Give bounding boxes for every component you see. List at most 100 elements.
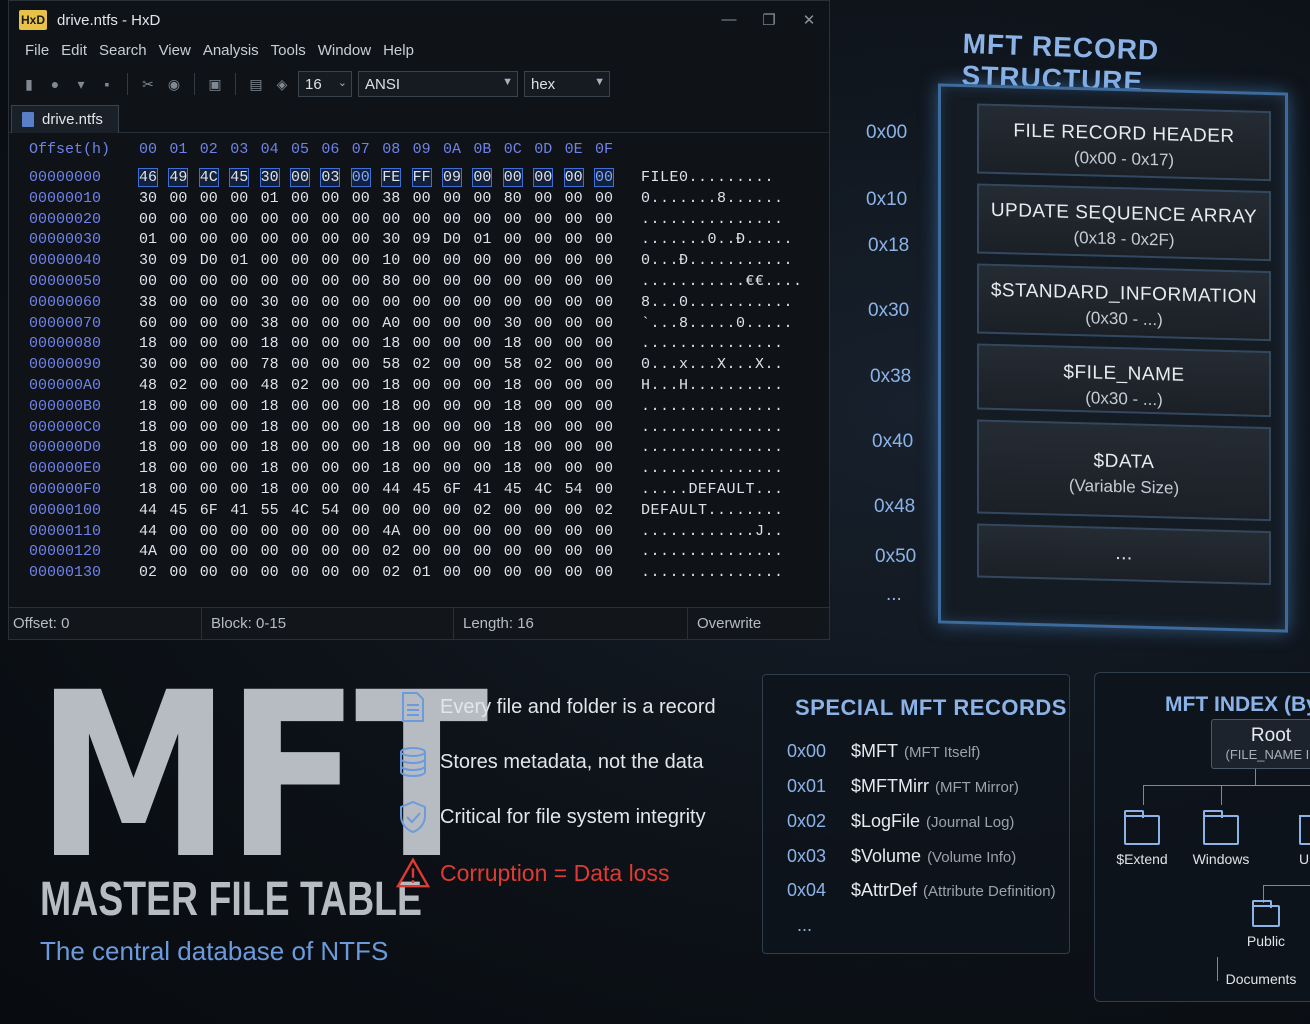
hex-byte[interactable]: 00 — [321, 564, 339, 581]
copy-icon[interactable]: ◉ — [164, 74, 184, 94]
hex-byte[interactable]: 00 — [443, 294, 461, 311]
hex-byte[interactable]: 60 — [139, 315, 157, 332]
menu-search[interactable]: Search — [99, 42, 147, 59]
hex-byte[interactable]: 00 — [565, 439, 583, 456]
hex-byte[interactable]: 18 — [504, 419, 522, 436]
hex-byte[interactable]: 00 — [413, 523, 431, 540]
hex-byte[interactable]: 45 — [504, 481, 522, 498]
hex-byte[interactable]: 00 — [413, 252, 431, 269]
hex-byte[interactable]: 00 — [595, 543, 613, 560]
hex-byte[interactable]: 00 — [595, 231, 613, 248]
hex-byte[interactable]: 45 — [413, 481, 431, 498]
hex-byte[interactable]: 00 — [565, 398, 583, 415]
hex-byte[interactable]: 54 — [565, 481, 583, 498]
hex-byte[interactable]: 03 — [320, 168, 341, 187]
hex-byte[interactable]: 00 — [200, 543, 218, 560]
hex-byte[interactable]: 00 — [352, 294, 370, 311]
hex-row-ascii[interactable]: ............J.. — [641, 523, 784, 540]
hex-byte[interactable]: 00 — [261, 543, 279, 560]
hex-byte[interactable]: 00 — [595, 439, 613, 456]
hex-byte[interactable]: 00 — [595, 252, 613, 269]
hex-row-ascii[interactable]: ............... — [641, 398, 784, 415]
hex-byte[interactable]: 30 — [139, 190, 157, 207]
hex-byte[interactable]: 18 — [139, 481, 157, 498]
hex-byte[interactable]: 00 — [382, 211, 400, 228]
hex-byte[interactable]: 00 — [352, 564, 370, 581]
hex-byte[interactable]: 00 — [230, 419, 248, 436]
hex-byte[interactable]: 00 — [473, 190, 491, 207]
hex-byte[interactable]: 00 — [230, 211, 248, 228]
hex-byte[interactable]: 30 — [504, 315, 522, 332]
hex-row-ascii[interactable]: 0...Đ........... — [641, 252, 793, 269]
hex-byte[interactable]: 00 — [473, 439, 491, 456]
hex-byte[interactable]: 00 — [169, 190, 187, 207]
hex-byte[interactable]: 00 — [169, 439, 187, 456]
hex-byte[interactable]: 02 — [169, 377, 187, 394]
hex-byte[interactable]: 00 — [169, 523, 187, 540]
hex-byte[interactable]: 4A — [382, 523, 400, 540]
hex-row-ascii[interactable]: 8...0........... — [641, 294, 793, 311]
hex-byte[interactable]: 00 — [169, 543, 187, 560]
hex-byte[interactable]: 00 — [321, 419, 339, 436]
open-file-icon[interactable]: ● — [45, 74, 65, 94]
hex-byte[interactable]: 00 — [230, 481, 248, 498]
hex-byte[interactable]: 00 — [534, 315, 552, 332]
hex-byte[interactable]: 00 — [443, 543, 461, 560]
hex-byte[interactable]: FE — [381, 168, 402, 187]
hex-byte[interactable]: 00 — [595, 211, 613, 228]
hex-editor-view[interactable]: Offset(h) 00 01 02 03 04 05 06 07 08 09 0A 0B 0C 0D 0E… — [9, 135, 829, 585]
hex-byte[interactable]: 00 — [565, 543, 583, 560]
hex-byte[interactable]: 00 — [533, 168, 554, 187]
hex-byte[interactable]: 00 — [565, 419, 583, 436]
hex-byte[interactable]: 00 — [291, 356, 309, 373]
hex-byte[interactable]: 00 — [443, 211, 461, 228]
hex-byte[interactable]: 00 — [382, 294, 400, 311]
hex-byte[interactable]: FF — [411, 168, 432, 187]
hex-byte[interactable]: 00 — [565, 315, 583, 332]
hex-byte[interactable]: 00 — [413, 460, 431, 477]
hex-row-ascii[interactable]: .....DEFAULT... — [641, 481, 784, 498]
hex-byte[interactable]: 00 — [169, 564, 187, 581]
hex-byte[interactable]: 00 — [291, 335, 309, 352]
hex-byte[interactable]: 00 — [291, 439, 309, 456]
hex-byte[interactable]: 00 — [352, 315, 370, 332]
hex-row-ascii[interactable]: ............... — [641, 211, 784, 228]
hex-byte[interactable]: 00 — [443, 252, 461, 269]
hex-byte[interactable]: 6F — [200, 502, 218, 519]
status-mode[interactable]: Overwrite — [697, 615, 761, 632]
hex-byte[interactable]: 00 — [534, 335, 552, 352]
hex-byte[interactable]: 00 — [413, 419, 431, 436]
hex-byte[interactable]: 00 — [565, 190, 583, 207]
hex-byte[interactable]: 18 — [504, 398, 522, 415]
folder-windows[interactable]: Windows — [1191, 810, 1251, 867]
hex-byte[interactable]: 00 — [200, 460, 218, 477]
hex-byte[interactable]: 18 — [504, 377, 522, 394]
hex-byte[interactable]: 00 — [443, 502, 461, 519]
hex-byte[interactable]: 00 — [289, 168, 311, 187]
hex-byte[interactable]: 49 — [168, 168, 189, 187]
folder-documents[interactable]: Documents — [1223, 965, 1299, 987]
hex-byte[interactable]: 09 — [169, 252, 187, 269]
hex-byte[interactable]: 00 — [291, 523, 309, 540]
hex-byte[interactable]: 00 — [230, 523, 248, 540]
hex-byte[interactable]: 00 — [413, 315, 431, 332]
hex-byte[interactable]: 54 — [321, 502, 339, 519]
hex-byte[interactable]: 00 — [200, 439, 218, 456]
charset-select[interactable]: ANSI ▼ — [358, 71, 518, 97]
hex-byte[interactable]: 00 — [534, 564, 552, 581]
hex-byte[interactable]: 02 — [291, 377, 309, 394]
hex-byte[interactable]: 18 — [139, 398, 157, 415]
hex-byte[interactable]: 00 — [565, 564, 583, 581]
hex-byte[interactable]: 18 — [261, 419, 279, 436]
hex-byte[interactable]: 00 — [443, 377, 461, 394]
hex-row-ascii[interactable]: FILE0......... — [641, 169, 774, 186]
hex-byte[interactable]: 00 — [534, 252, 552, 269]
hex-byte[interactable]: 4C — [198, 168, 219, 187]
hex-byte[interactable]: 00 — [565, 335, 583, 352]
hex-byte[interactable]: 00 — [473, 543, 491, 560]
hex-byte[interactable]: 00 — [504, 273, 522, 290]
hex-byte[interactable]: 00 — [595, 315, 613, 332]
hex-byte[interactable]: 48 — [261, 377, 279, 394]
hex-byte[interactable]: 00 — [169, 335, 187, 352]
hex-byte[interactable]: 00 — [502, 168, 523, 187]
